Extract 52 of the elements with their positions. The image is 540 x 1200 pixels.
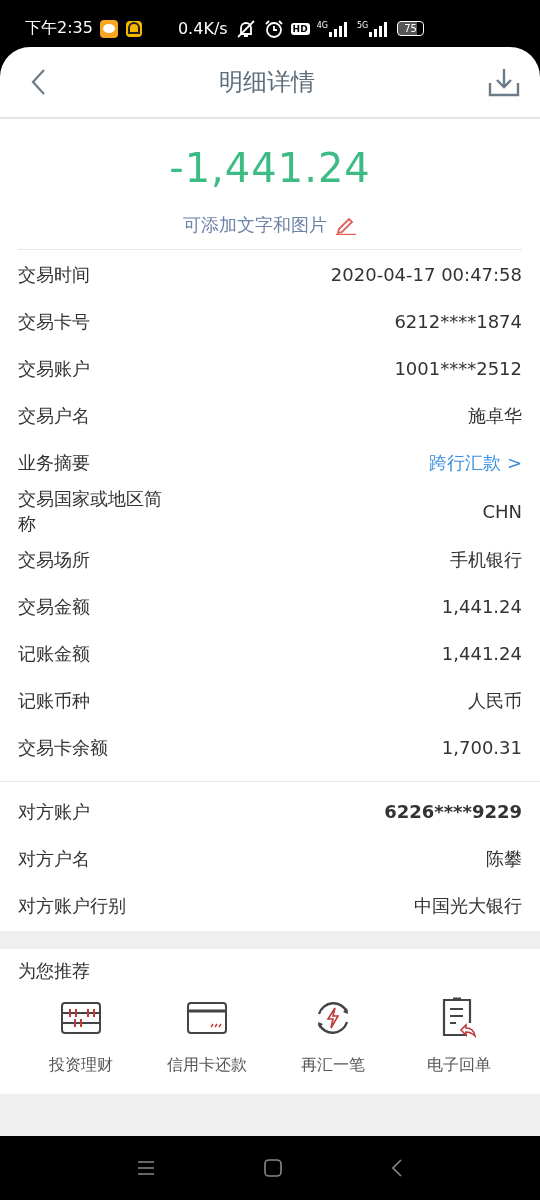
app-icon [124,19,143,38]
field-label: 记账币种 [18,689,91,713]
field-label: 记账金额 [18,642,91,666]
shortcut-label[interactable]: 投资理财 [49,1055,113,1076]
pencil-icon[interactable] [335,215,357,235]
field-value: 1,441.24 [441,643,522,664]
battery-indicator: 75 [397,21,424,36]
shortcut-label[interactable]: 信用卡还款 [167,1055,247,1076]
field-label: 交易账户 [18,357,91,381]
shortcut-label[interactable]: 再汇一笔 [301,1055,365,1076]
field-label: 交易户名 [18,404,91,428]
status-time: 下午2:35 [25,18,93,39]
field-value: 手机银行 [450,547,522,572]
field-label: 对方账户行别 [18,894,127,918]
field-label: 对方账户 [18,800,91,824]
field-value: 施卓华 [468,403,522,428]
field-value: 1,441.24 [441,596,522,617]
chat-app-icon [99,19,118,38]
field-label: 交易时间 [18,263,91,287]
field-value: CHN [482,500,522,522]
field-label: 交易金额 [18,595,91,619]
transaction-amount: -1,441.24 [169,145,371,191]
back-icon[interactable] [392,1159,402,1177]
field-label: 交易国家或地区简称 [18,487,163,536]
field-label: 交易场所 [18,548,91,572]
field-label: 对方户名 [18,847,91,871]
network-type: 4G [316,20,328,30]
field-label: 交易卡号 [18,310,91,334]
back-icon[interactable] [30,68,46,96]
field-value: 人民币 [468,688,522,713]
alarm-icon [263,18,284,39]
page-title: 明细详情 [219,67,315,98]
download-icon[interactable] [488,67,520,97]
menu-icon[interactable] [138,1161,154,1175]
document-reply-icon[interactable] [441,997,477,1039]
field-value: 6226****9229 [384,801,522,822]
field-value: 1,700.31 [441,737,522,758]
signal-icon [327,20,350,37]
network-type: 5G [356,20,369,30]
hd-badge: HD [290,22,310,35]
field-value: 中国光大银行 [414,893,522,918]
field-value: 1001****2512 [394,358,522,379]
add-note-link[interactable]: 可添加文字和图片 [183,213,327,237]
field-value: 2020-04-17 00:47:58 [330,264,522,285]
section-title: 为您推荐 [18,959,91,983]
home-icon[interactable] [264,1159,282,1177]
network-speed: 0.4K/s [177,19,228,38]
field-value: 6212****1874 [394,311,522,332]
field-value: 陈攀 [486,846,522,871]
field-label: 业务摘要 [18,451,91,475]
field-label: 交易卡余额 [18,736,109,760]
shortcut-label[interactable]: 电子回单 [427,1055,491,1076]
